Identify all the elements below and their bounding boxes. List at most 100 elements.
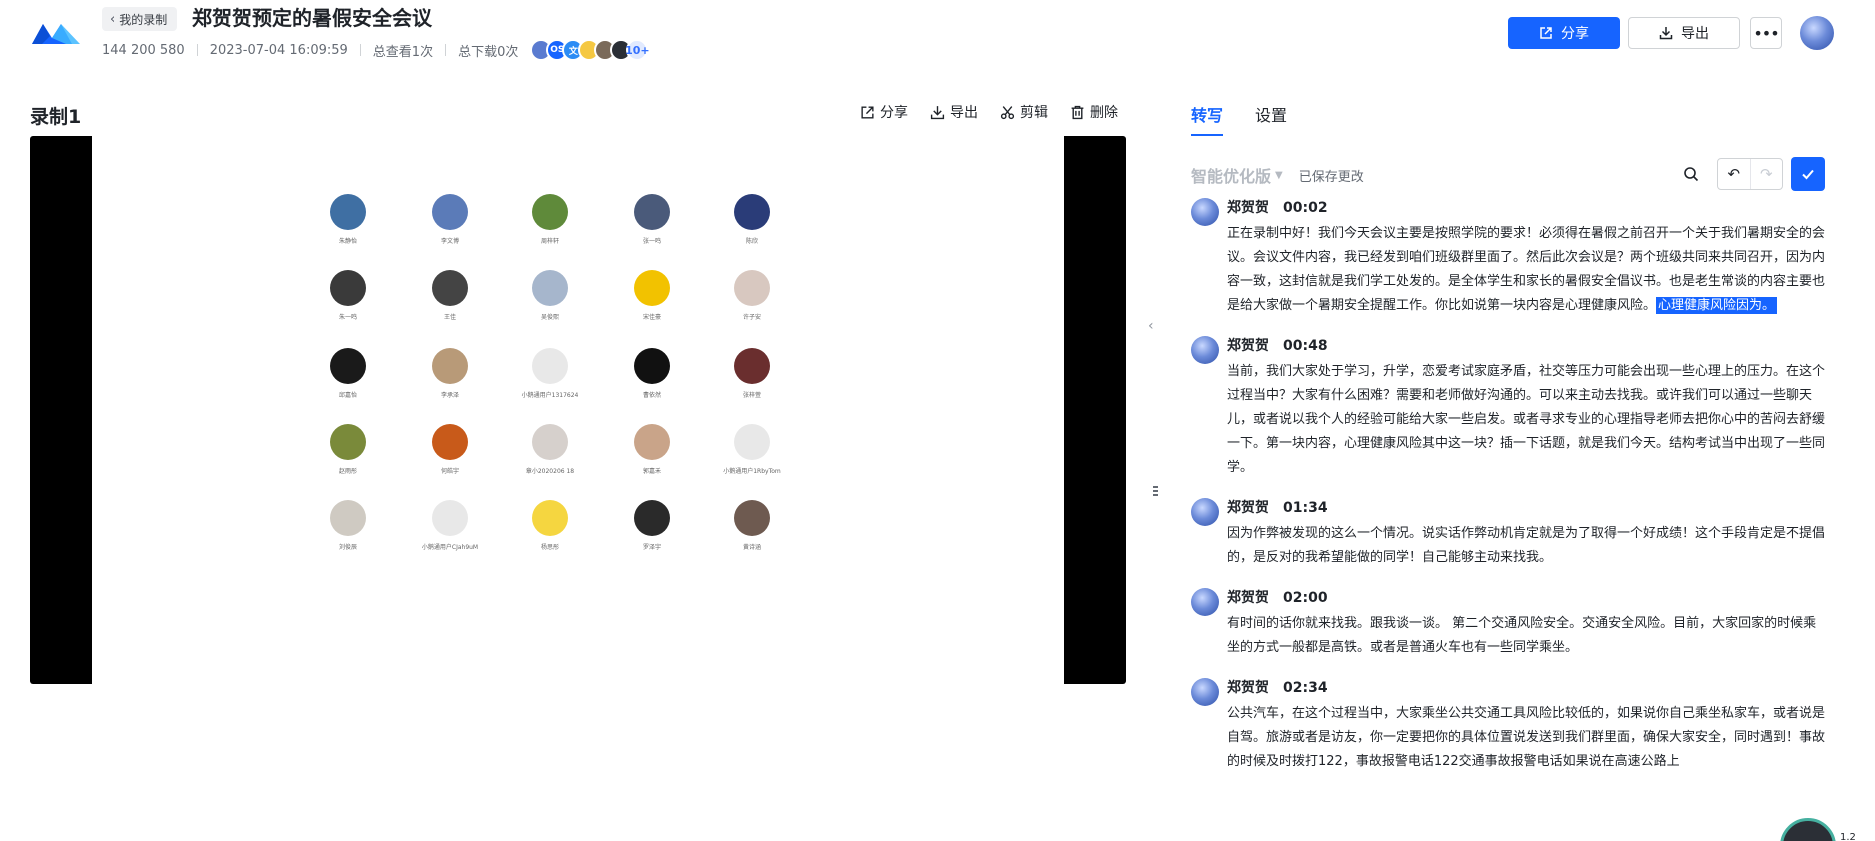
scissors-icon	[1000, 105, 1015, 119]
segment-text[interactable]: 正在录制中好！我们今天会议主要是按照学院的要求！必须得在暑假之前召开一个关于我们…	[1227, 222, 1827, 318]
segment-timestamp[interactable]: 01:34	[1283, 500, 1328, 516]
meeting-datetime: 2023-07-04 16:09:59	[209, 42, 348, 58]
participant-name: 小鹅通用户1RbyTom	[723, 468, 781, 475]
meeting-id: 144 200 580	[102, 42, 185, 58]
participant-name: 陈欣	[745, 238, 758, 245]
segment-timestamp[interactable]: 00:02	[1283, 200, 1328, 216]
participant-name: 杨思彤	[540, 544, 559, 551]
share-icon	[1540, 27, 1552, 39]
participant-name: 邱嘉怡	[338, 392, 357, 399]
panel-tabs: 转写 设置	[1191, 102, 1287, 136]
participant-photo	[532, 500, 568, 536]
check-icon	[1802, 169, 1814, 180]
download-icon	[930, 105, 945, 119]
participant-photo	[532, 270, 568, 306]
participant-photo	[634, 194, 670, 230]
share-button[interactable]: 分享	[1508, 17, 1620, 49]
participant-photo	[734, 500, 770, 536]
redo-icon[interactable]: ↷	[1751, 159, 1783, 189]
participant-photo	[734, 424, 770, 460]
recording-share-button[interactable]: 分享	[860, 102, 908, 122]
meeting-meta: 144 200 580 2023-07-04 16:09:59 总查看1次 总下…	[102, 39, 650, 61]
transcript-segment[interactable]: 郑贺贺 02:34 公共汽车，在这个过程当中，大家乘坐公共交通工具风险比较低的，如果…	[1191, 678, 1831, 774]
video-player[interactable]: 朱静怡 李文博 周梓轩 张一鸣 陈欣 朱一鸣 王佳 吴俊熙 宋佳豪 许子安 邱嘉怡 李承泽 小鹅通用户1…	[30, 136, 1126, 684]
more-options-button[interactable]: •••	[1750, 17, 1782, 49]
participant-photo	[432, 270, 468, 306]
speaker-name: 郑贺贺	[1227, 500, 1269, 516]
segment-timestamp[interactable]: 02:00	[1283, 590, 1328, 606]
transcript-segment[interactable]: 郑贺贺 00:02 正在录制中好！我们今天会议主要是按照学院的要求！必须得在暑假之前…	[1191, 198, 1831, 318]
transcript-segment[interactable]: 郑贺贺 00:48 当前，我们大家处于学习，升学，恋爱考试家庭矛盾，社交等压力可能会…	[1191, 336, 1831, 480]
export-label: 导出	[950, 105, 978, 121]
segment-text[interactable]: 当前，我们大家处于学习，升学，恋爱考试家庭矛盾，社交等压力可能会出现一些心理上的…	[1227, 360, 1827, 480]
tab-settings[interactable]: 设置	[1255, 102, 1287, 136]
recording-export-button[interactable]: 导出	[930, 102, 978, 122]
confirm-button[interactable]	[1791, 157, 1825, 191]
undo-icon[interactable]: ↶	[1718, 159, 1751, 189]
version-dropdown[interactable]: 智能优化版 ▼	[1191, 163, 1283, 187]
segment-header: 郑贺贺 01:34	[1227, 498, 1831, 518]
back-label: 我的录制	[119, 12, 168, 27]
segment-text[interactable]: 有时间的话你就来找我。跟我谈一谈。 第二个交通风险安全。交通安全风险。目前，大家…	[1227, 612, 1827, 660]
segment-header: 郑贺贺 00:02	[1227, 198, 1831, 218]
divider	[445, 44, 447, 56]
participant-photo	[330, 424, 366, 460]
export-label: 导出	[1681, 26, 1709, 42]
gallery-participant: 黄诗涵	[682, 500, 822, 560]
participant-photo	[432, 500, 468, 536]
participant-name: 刘俊辰	[338, 544, 357, 551]
gallery-participant: 许子安	[682, 270, 822, 330]
tab-transcript[interactable]: 转写	[1191, 102, 1224, 136]
participant-photo	[634, 424, 670, 460]
participant-more-count[interactable]: 10+	[625, 39, 650, 61]
transcript-segment[interactable]: 郑贺贺 01:34 因为作弊被发现的这么一个情况。说实话作弊动机肯定就是为了取得一个…	[1191, 498, 1831, 570]
recording-title: 录制1	[30, 106, 82, 128]
header: ‹ 我的录制 郑贺贺预定的暑假安全会议 144 200 580 2023-07-…	[0, 0, 1875, 78]
participant-name: 赵雨彤	[338, 468, 357, 475]
transcript-segment[interactable]: 郑贺贺 02:00 有时间的话你就来找我。跟我谈一谈。 第二个交通风险安全。交通安全…	[1191, 588, 1831, 660]
recording-panel: 录制1 分享 导出 剪辑 删除 朱静怡 李文博 周梓轩 张一鸣 陈欣 朱一鸣 王…	[0, 78, 1161, 841]
app-logo-icon[interactable]	[30, 18, 82, 48]
participant-photo	[734, 348, 770, 384]
participant-name: 小鹅通用户1317624	[521, 392, 579, 399]
user-avatar[interactable]	[1800, 16, 1834, 50]
participant-name: 张一鸣	[642, 238, 661, 245]
participant-photo	[634, 270, 670, 306]
speaker-avatar	[1191, 498, 1219, 526]
participant-name: 王佳	[443, 314, 456, 321]
segment-header: 郑贺贺 02:00	[1227, 588, 1831, 608]
chevron-left-icon: ‹	[110, 11, 116, 27]
version-label: 智能优化版	[1191, 167, 1272, 186]
participant-photo	[634, 348, 670, 384]
caret-down-icon: ▼	[1275, 169, 1283, 181]
segment-text[interactable]: 公共汽车，在这个过程当中，大家乘坐公共交通工具风险比较低的，如果说你自己乘坐私家…	[1227, 702, 1827, 774]
save-status: 已保存更改	[1298, 169, 1364, 185]
undo-redo-group: ↶ ↷	[1717, 158, 1783, 190]
download-count: 总下载0次	[458, 44, 519, 60]
segment-timestamp[interactable]: 00:48	[1283, 338, 1328, 354]
participant-photo	[734, 194, 770, 230]
collapse-panel-icon[interactable]: ‹	[1148, 318, 1154, 334]
share-icon	[861, 105, 874, 119]
search-icon[interactable]	[1683, 166, 1699, 182]
selected-text[interactable]: 心理健康风险因为。	[1656, 297, 1778, 314]
divider	[196, 44, 198, 56]
participant-name: 罗泽宇	[642, 544, 661, 551]
back-to-recordings-button[interactable]: ‹ 我的录制	[102, 7, 178, 31]
divider	[359, 44, 361, 56]
segment-text[interactable]: 因为作弊被发现的这么一个情况。说实话作弊动机肯定就是为了取得一个好成绩！这个手段…	[1227, 522, 1827, 570]
speaker-avatar	[1191, 198, 1219, 226]
segment-header: 郑贺贺 02:34	[1227, 678, 1831, 698]
trash-icon	[1071, 105, 1084, 119]
export-button[interactable]: 导出	[1628, 17, 1740, 49]
recording-edit-button[interactable]: 剪辑	[1000, 102, 1048, 122]
edit-label: 剪辑	[1020, 105, 1048, 121]
participant-name: 朱静怡	[338, 238, 357, 245]
recording-delete-button[interactable]: 删除	[1070, 102, 1118, 122]
transcript-list: 郑贺贺 00:02 正在录制中好！我们今天会议主要是按照学院的要求！必须得在暑假之前…	[1191, 198, 1831, 774]
segment-header: 郑贺贺 00:48	[1227, 336, 1831, 356]
segment-timestamp[interactable]: 02:34	[1283, 680, 1328, 696]
more-dots-icon: •••	[1753, 23, 1779, 43]
participant-name: 何皓宇	[440, 468, 459, 475]
participant-avatars[interactable]: OS 文 10+	[530, 39, 650, 61]
